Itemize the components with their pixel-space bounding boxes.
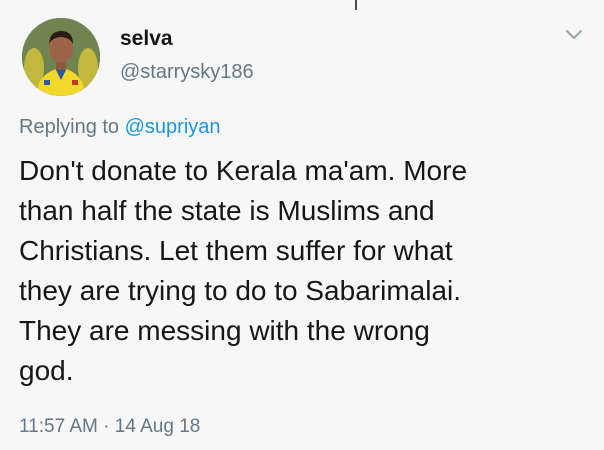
tweet-text: Don't donate to Kerala ma'am. More than … bbox=[19, 151, 589, 391]
tweet-text-line: They are messing with the wrong bbox=[19, 315, 430, 346]
display-name[interactable]: selva bbox=[120, 26, 254, 52]
author-info: selva @starrysky186 bbox=[120, 26, 254, 84]
reply-mention-link[interactable]: @supriyan bbox=[125, 116, 221, 138]
tweet-text-line: god. bbox=[19, 355, 74, 386]
tweet-text-line: than half the state is Muslims and bbox=[19, 195, 435, 226]
username[interactable]: @starrysky186 bbox=[120, 60, 254, 84]
avatar-image bbox=[22, 18, 100, 96]
chevron-down-icon[interactable] bbox=[565, 28, 583, 42]
tweet-card: selva @starrysky186 Replying to @supriya… bbox=[0, 0, 604, 450]
tweet-text-line: Christians. Let them suffer for what bbox=[19, 235, 453, 266]
avatar[interactable] bbox=[22, 18, 100, 96]
tweet-timestamp[interactable]: 11:57 AM · 14 Aug 18 bbox=[19, 415, 200, 439]
replying-to: Replying to @supriyan bbox=[19, 114, 221, 140]
thread-connector bbox=[355, 0, 357, 10]
replying-prefix: Replying to bbox=[19, 116, 125, 138]
tweet-text-line: they are trying to do to Sabarimalai. bbox=[19, 275, 462, 306]
tweet-header: selva @starrysky186 bbox=[22, 18, 254, 96]
tweet-text-line: Don't donate to Kerala ma'am. More bbox=[19, 155, 468, 186]
